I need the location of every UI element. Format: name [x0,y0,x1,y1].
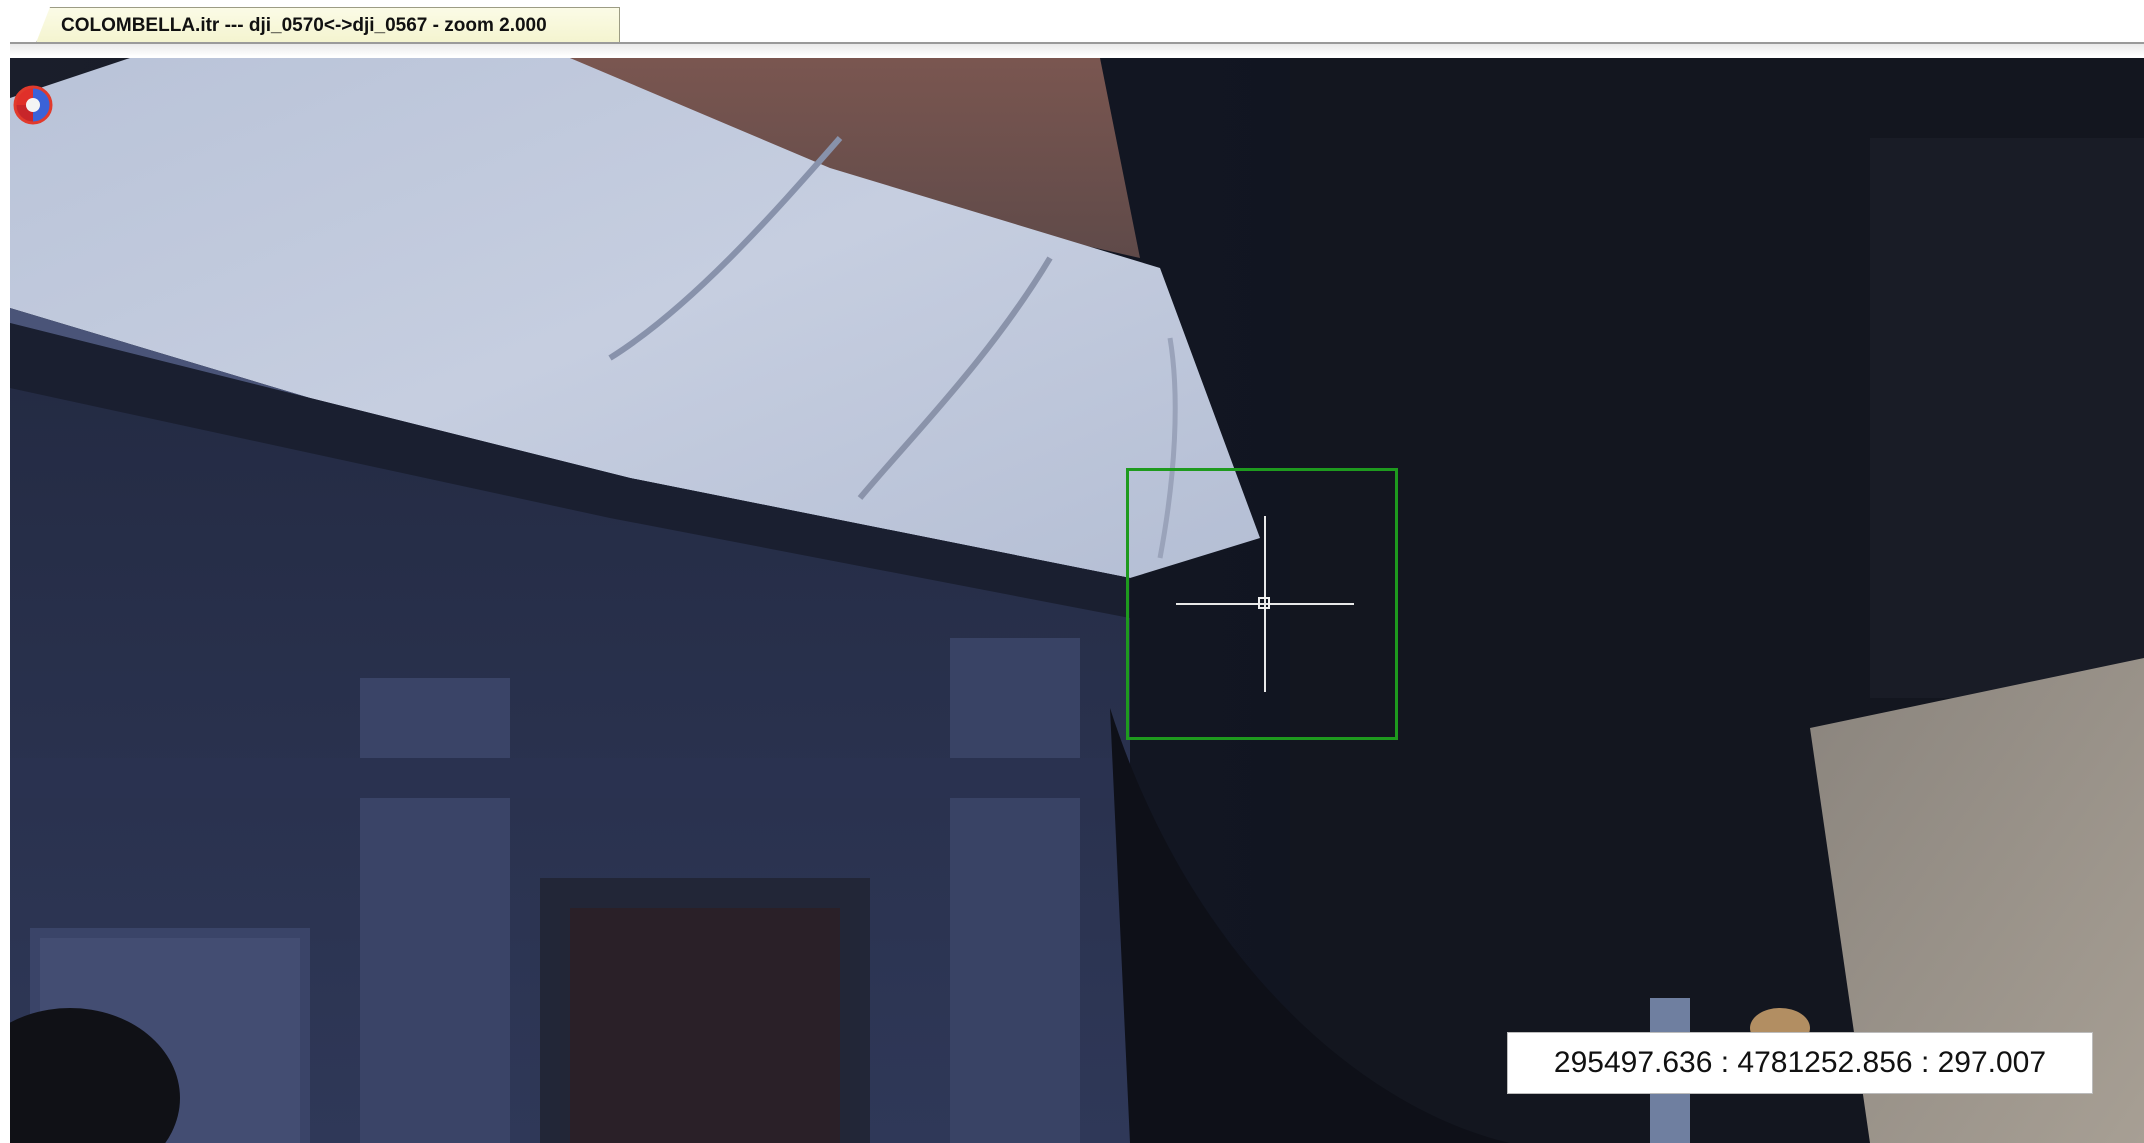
tab-bar-divider [10,42,2144,56]
close-icon[interactable] [627,18,653,44]
document-tab-bar: COLOMBELLA.itr --- dji_0570<->dji_0567 -… [0,0,2144,58]
document-tab[interactable]: COLOMBELLA.itr --- dji_0570<->dji_0567 -… [36,7,620,43]
aerial-photo [10,58,2144,1143]
image-viewport[interactable]: 295497.636 : 4781252.856 : 297.007 [10,58,2144,1143]
coordinate-readout: 295497.636 : 4781252.856 : 297.007 [1507,1032,2093,1094]
orientation-compass-icon[interactable] [10,82,56,128]
crosshair-center-marker[interactable] [1258,597,1270,609]
document-tab-title: COLOMBELLA.itr --- dji_0570<->dji_0567 -… [61,15,547,36]
